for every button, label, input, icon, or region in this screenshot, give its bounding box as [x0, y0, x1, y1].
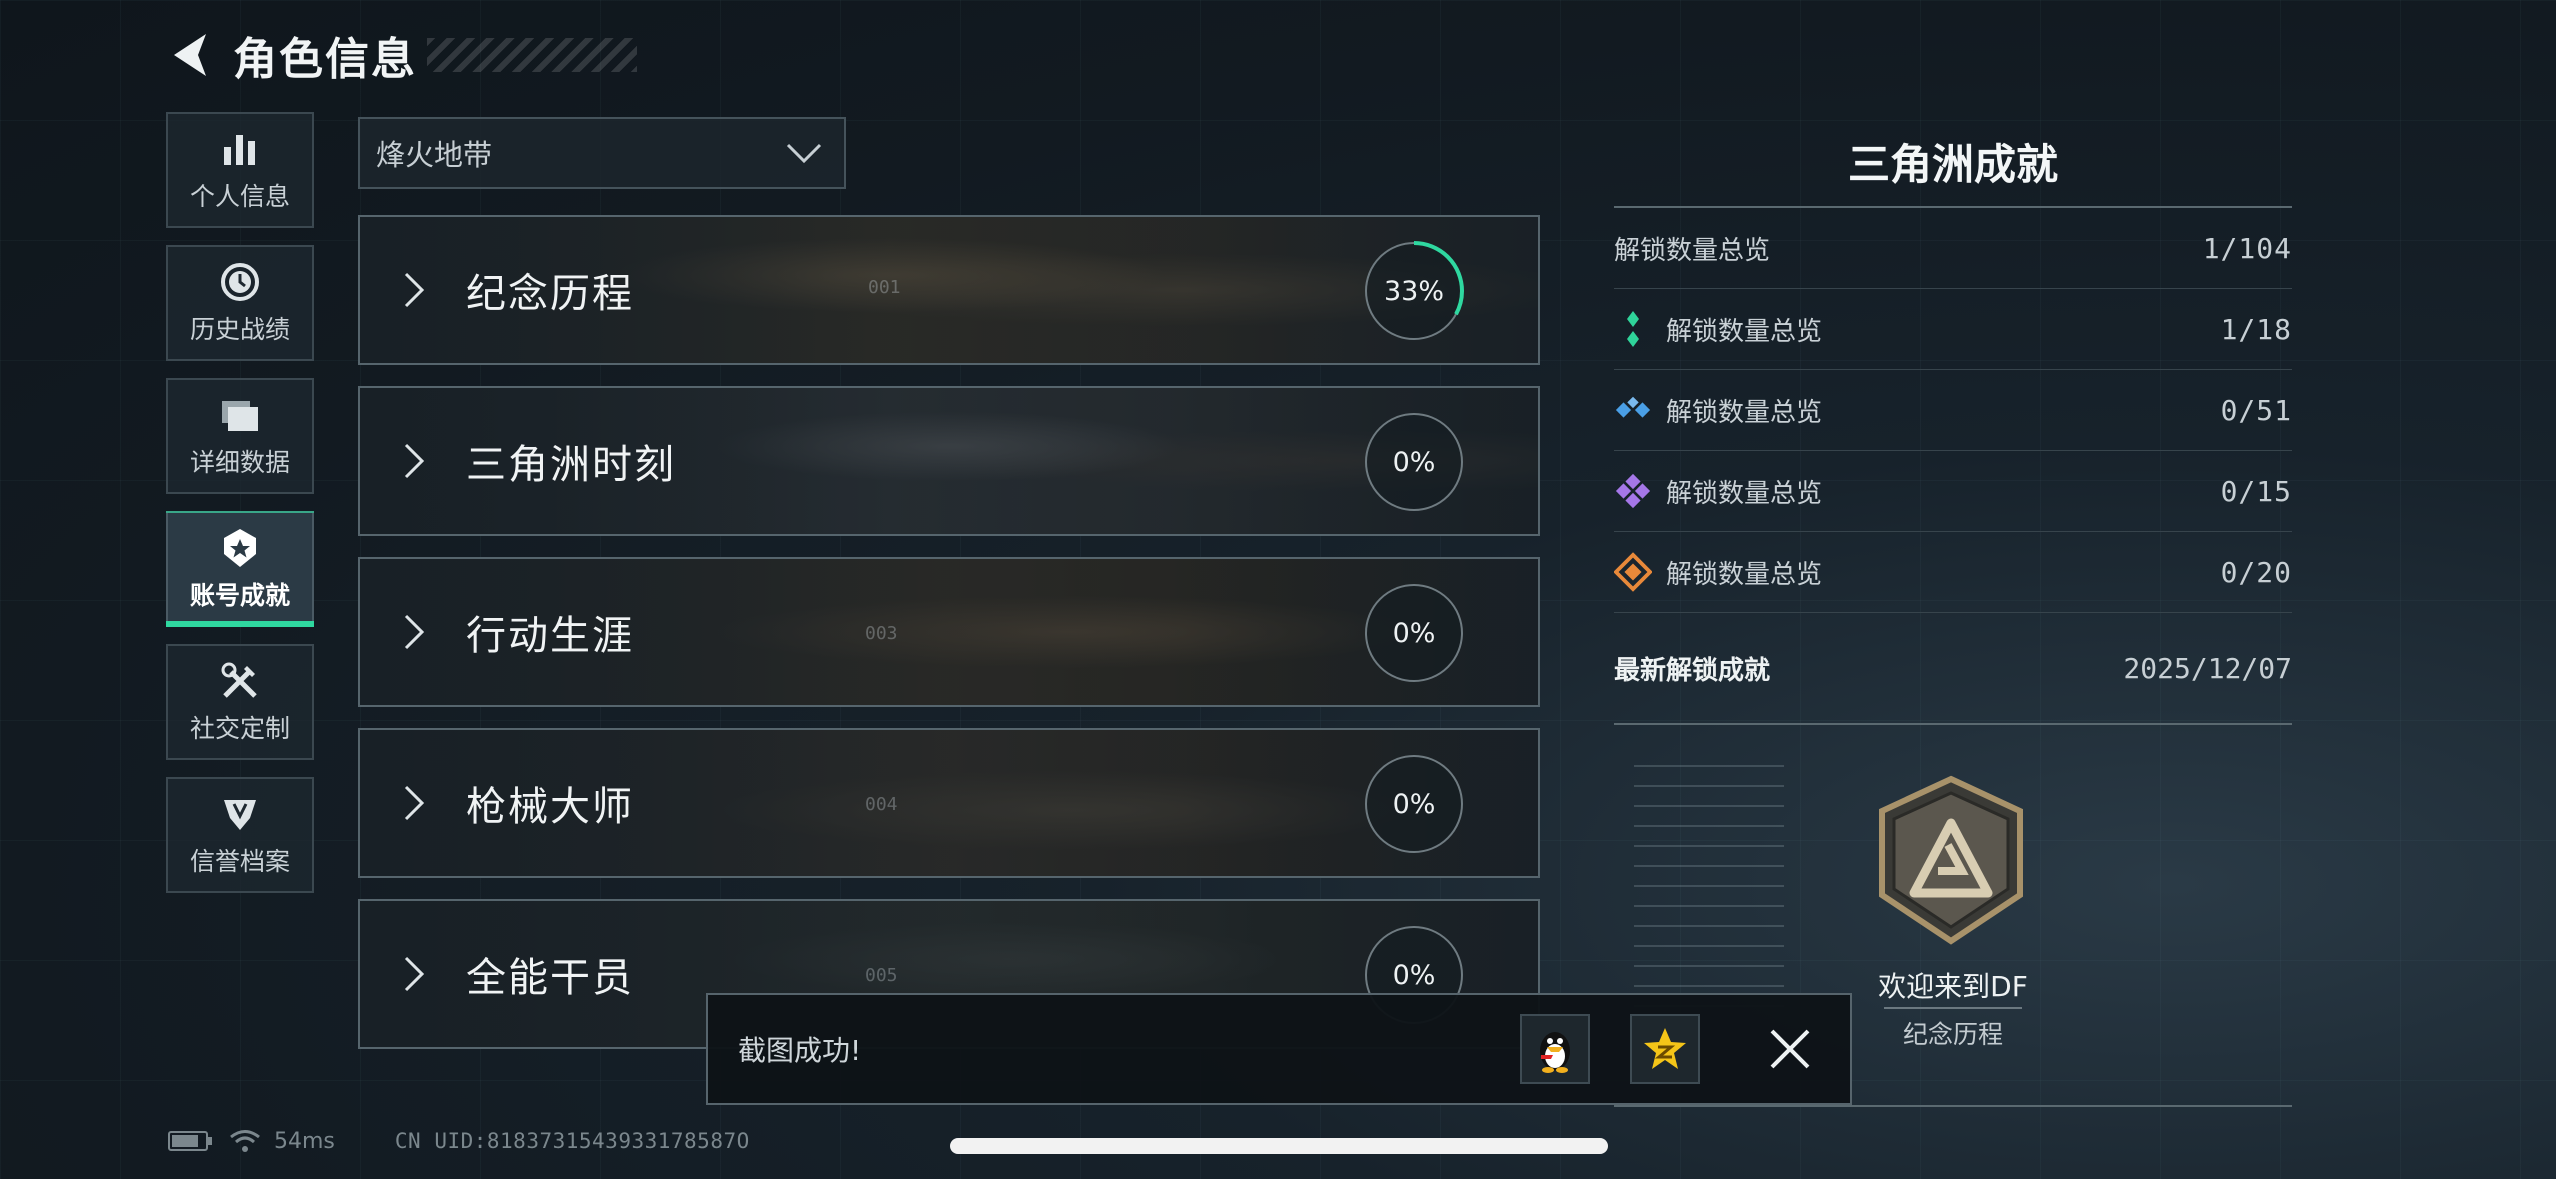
- panel-title: 三角洲成就: [1847, 140, 2058, 189]
- sidebar-item-credit[interactable]: 信誉档案: [166, 777, 314, 893]
- category-number: 004: [865, 794, 898, 815]
- sidebar-nav: 个人信息 历史战绩 详细数据 账号成就 社交定制 信誉档案: [166, 112, 316, 910]
- mode-select-value: 烽火地带: [376, 138, 493, 172]
- qzone-star-icon: [1644, 1028, 1686, 1069]
- latest-unlock-label: 最新解锁成就: [1614, 655, 1771, 686]
- history-clock-icon: [218, 260, 262, 304]
- page-title: 角色信息: [233, 34, 417, 85]
- sidebar-item-label: 社交定制: [189, 714, 290, 743]
- category-name: 纪念历程: [466, 271, 634, 317]
- category-progress-ring: 0%: [1362, 410, 1466, 514]
- stat-row-tier: 解锁数量总览 1/18: [1614, 289, 2292, 370]
- progress-percent: 0%: [1392, 446, 1436, 478]
- folders-icon: [218, 393, 262, 437]
- category-row[interactable]: 003 行动生涯 0%: [358, 557, 1540, 707]
- sidebar-item-label: 详细数据: [189, 448, 290, 477]
- sidebar-item-social[interactable]: 社交定制: [166, 644, 314, 760]
- share-qq-button[interactable]: [1520, 1014, 1590, 1084]
- latest-unlock-date: 2025/12/07: [2123, 651, 2292, 685]
- home-indicator[interactable]: [950, 1138, 1608, 1154]
- category-row[interactable]: 001 纪念历程 33%: [358, 215, 1540, 365]
- category-row[interactable]: 004 枪械大师 0%: [358, 728, 1540, 878]
- achievement-badge[interactable]: [1876, 775, 2026, 945]
- chevron-right-icon: [390, 266, 438, 314]
- achievement-category-list: 001 纪念历程 33% 三角洲时刻 0% 003 行动生涯 0% 004 枪械…: [358, 215, 1540, 1070]
- category-number: 005: [865, 965, 898, 986]
- chevron-right-icon: [390, 437, 438, 485]
- category-number: 003: [865, 623, 898, 644]
- qq-penguin-icon: [1540, 1032, 1570, 1073]
- purple-diamond-icon: [1614, 472, 1652, 510]
- divider: [1884, 1007, 2022, 1009]
- green-diamond-icon: [1614, 310, 1652, 348]
- back-arrow-icon: [174, 34, 206, 76]
- latest-unlock-header: 最新解锁成就 2025/12/07: [1614, 613, 2292, 725]
- category-progress-ring: 0%: [1362, 752, 1466, 856]
- bar-chart-icon: [218, 127, 262, 171]
- close-icon: [1770, 1029, 1810, 1069]
- sidebar-item-history[interactable]: 历史战绩: [166, 245, 314, 361]
- title-decoration: [427, 38, 637, 72]
- category-name: 三角洲时刻: [466, 442, 676, 488]
- stat-row-tier: 解锁数量总览 0/51: [1614, 370, 2292, 451]
- progress-percent: 33%: [1383, 275, 1444, 307]
- close-toast-button[interactable]: [1760, 1019, 1820, 1079]
- category-progress-ring: 33%: [1362, 239, 1466, 343]
- stat-value: 0/51: [2220, 393, 2292, 427]
- category-progress-ring: 0%: [1362, 581, 1466, 685]
- blue-diamond-icon: [1614, 391, 1652, 429]
- mode-select-dropdown[interactable]: 烽火地带: [358, 117, 846, 189]
- stat-label: 解锁数量总览: [1666, 316, 1823, 347]
- sidebar-item-achievements[interactable]: 账号成就: [166, 511, 314, 627]
- chevron-right-icon: [390, 779, 438, 827]
- sidebar-item-label: 个人信息: [189, 182, 290, 211]
- share-qzone-button[interactable]: [1630, 1014, 1700, 1084]
- screenshot-toast: 截图成功!: [706, 993, 1852, 1105]
- sidebar-item-label: 历史战绩: [189, 315, 290, 344]
- stat-row-total: 解锁数量总览 1/104: [1614, 208, 2292, 289]
- stat-row-tier: 解锁数量总览 0/20: [1614, 532, 2292, 613]
- chevron-down-icon: [786, 143, 822, 164]
- stat-label: 解锁数量总览: [1666, 478, 1823, 509]
- achievements-summary-panel: 三角洲成就 解锁数量总览 1/104 解锁数量总览 1/18 解锁数量总览 0/…: [1614, 130, 2292, 1107]
- stat-label: 解锁数量总览: [1614, 235, 1771, 266]
- orange-diamond-icon: [1614, 552, 1652, 592]
- stat-label: 解锁数量总览: [1666, 559, 1823, 590]
- tools-icon: [218, 659, 262, 703]
- toast-message: 截图成功!: [738, 1034, 862, 1067]
- stat-value: 0/15: [2220, 474, 2292, 508]
- category-row[interactable]: 三角洲时刻 0%: [358, 386, 1540, 536]
- user-uid: CN UID:8183731543933178587O: [394, 1129, 750, 1153]
- wifi-icon: [230, 1130, 260, 1152]
- stat-label: 解锁数量总览: [1666, 397, 1823, 428]
- category-name: 全能干员: [466, 955, 634, 1001]
- page-header: 角色信息: [165, 20, 637, 90]
- chevron-right-icon: [390, 950, 438, 998]
- category-name: 行动生涯: [466, 613, 634, 659]
- sidebar-item-label: 账号成就: [189, 581, 290, 610]
- stat-row-tier: 解锁数量总览 0/15: [1614, 451, 2292, 532]
- credit-shield-icon: [218, 792, 262, 836]
- back-button[interactable]: [165, 25, 215, 85]
- sidebar-item-details[interactable]: 详细数据: [166, 378, 314, 494]
- chevron-right-icon: [390, 608, 438, 656]
- battery-icon: [168, 1131, 212, 1151]
- progress-percent: 0%: [1392, 617, 1436, 649]
- category-name: 枪械大师: [466, 784, 634, 830]
- sidebar-item-profile[interactable]: 个人信息: [166, 112, 314, 228]
- stat-value: 1/18: [2220, 312, 2292, 346]
- sidebar-item-label: 信誉档案: [189, 847, 290, 876]
- stat-value: 0/20: [2220, 555, 2292, 589]
- triangle-badge-icon: [1879, 775, 2023, 945]
- progress-percent: 0%: [1392, 788, 1436, 820]
- category-number: 001: [868, 277, 901, 298]
- stat-value: 1/104: [2202, 231, 2292, 265]
- network-latency: 54ms: [274, 1128, 335, 1154]
- status-bar: 54ms CN UID:8183731543933178587O: [168, 1128, 750, 1154]
- achievement-medal-icon: [218, 526, 262, 570]
